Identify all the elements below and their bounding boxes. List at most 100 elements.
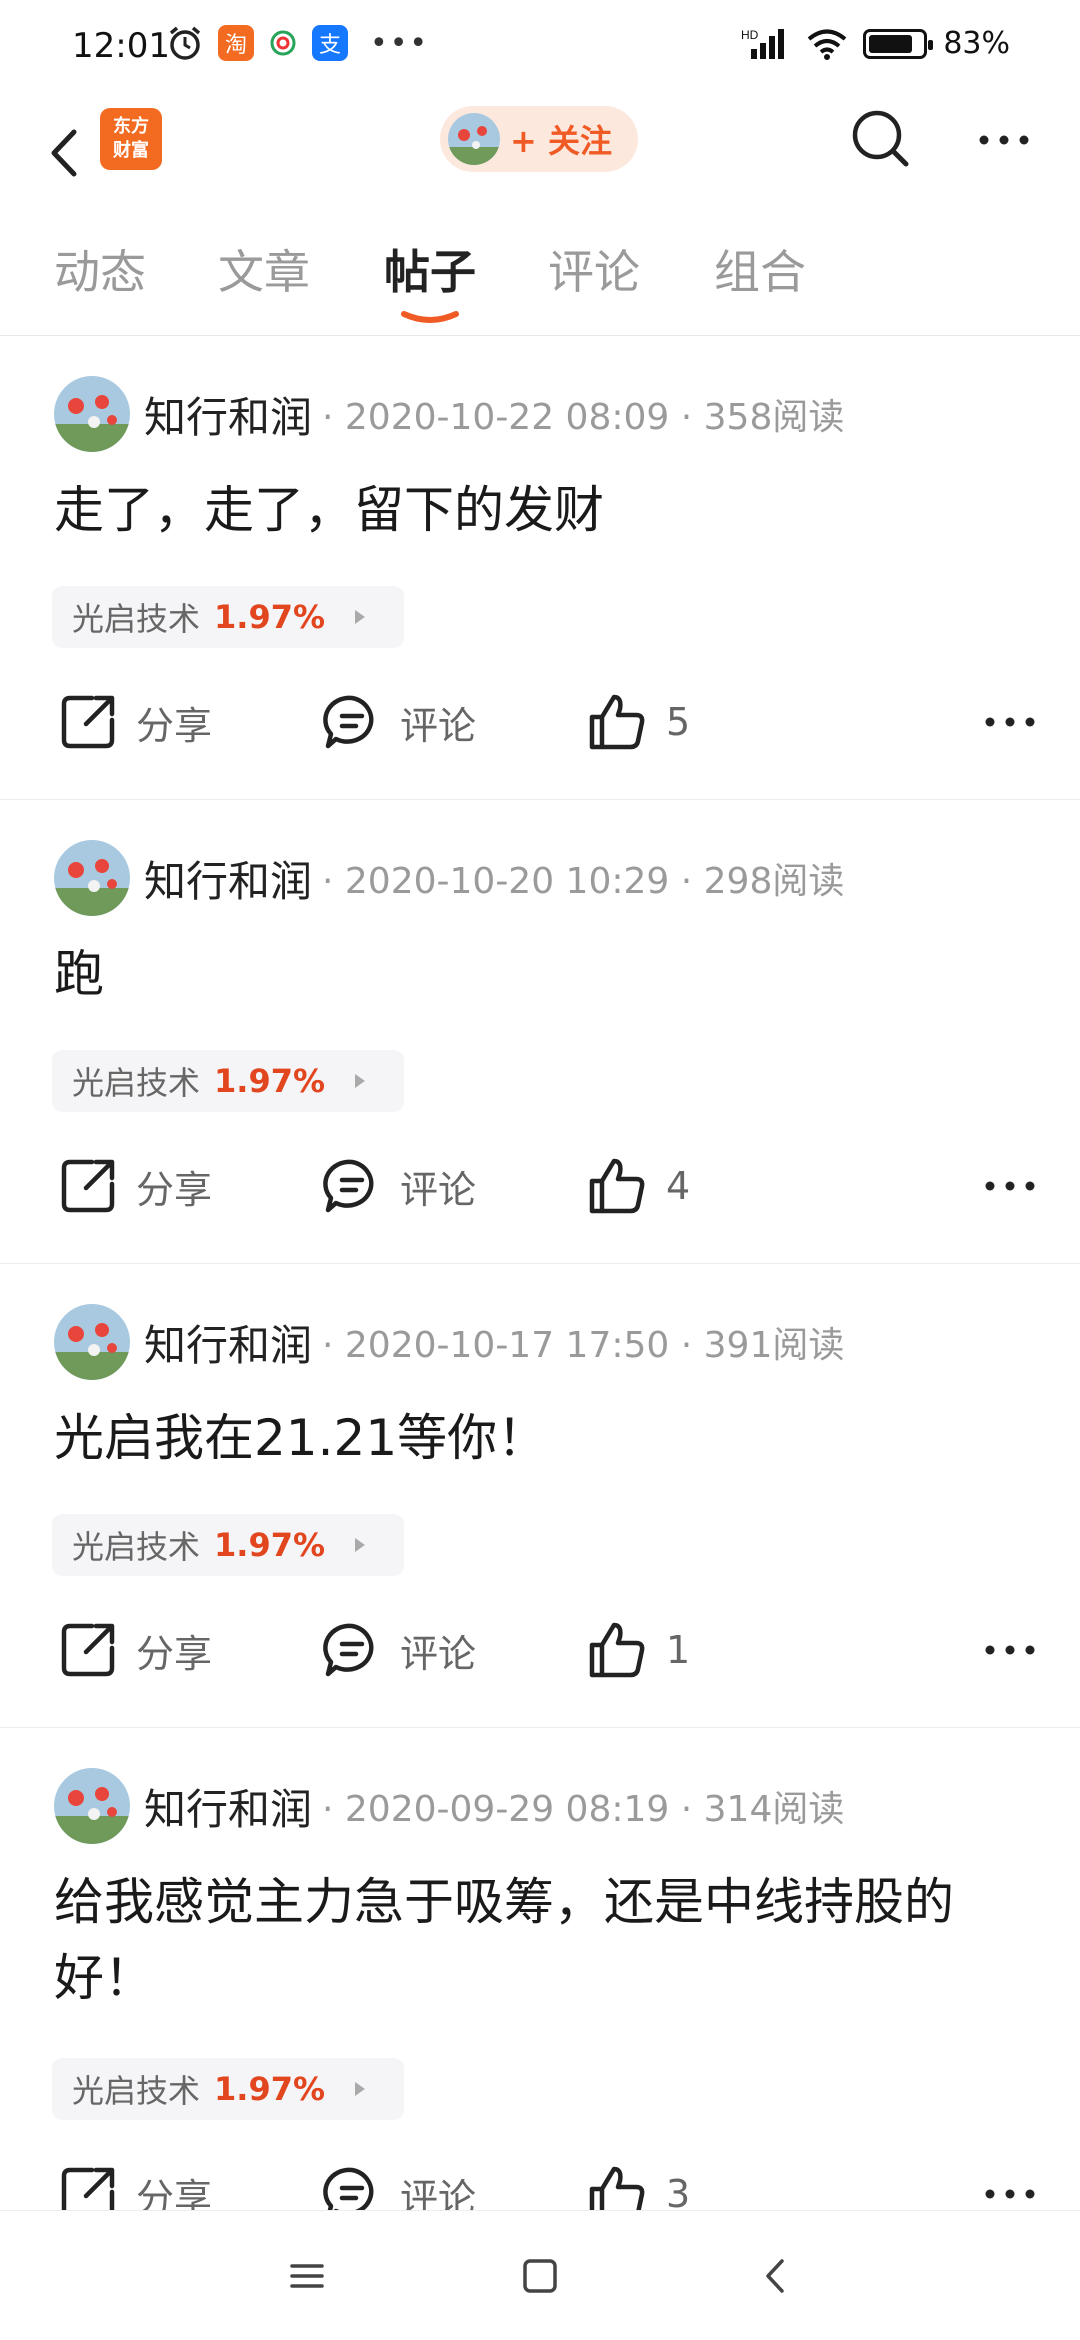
post-content[interactable]: 给我感觉主力急于吸筹，还是中线持股的好！	[54, 1864, 1034, 2016]
author-name[interactable]: 知行和润	[144, 848, 312, 909]
share-button[interactable]: 分享	[58, 1610, 212, 1690]
author-name[interactable]: 知行和润	[144, 384, 312, 445]
search-icon[interactable]	[848, 106, 914, 172]
author-name[interactable]: 知行和润	[144, 1776, 312, 1837]
post-meta: · 2020-10-20 10:29 · 298阅读	[322, 861, 845, 902]
comment-label: 评论	[400, 703, 477, 748]
taobao-app-icon: 淘	[218, 25, 254, 61]
profile-tabs: 动态 文章 帖子 评论 组合	[0, 226, 1080, 336]
stock-tag[interactable]: 光启技术 1.97%	[52, 586, 404, 648]
post-more-icon[interactable]	[980, 1630, 1040, 1670]
stock-tag[interactable]: 光启技术 1.97%	[52, 2058, 404, 2120]
tab-articles[interactable]: 文章	[218, 236, 310, 302]
stock-tag[interactable]: 光启技术 1.97%	[52, 1514, 404, 1576]
share-icon	[61, 1623, 115, 1677]
like-icon	[589, 1158, 645, 1214]
status-system-icons: HD 83%	[741, 26, 1010, 61]
avatar[interactable]	[54, 840, 130, 916]
post-actions: 分享 评论 4	[0, 1146, 1080, 1226]
post-meta: · 2020-10-22 08:09 · 358阅读	[322, 397, 845, 438]
post-actions: 分享 评论 5	[0, 682, 1080, 762]
active-tab-indicator	[401, 311, 459, 323]
share-label: 分享	[136, 1631, 213, 1676]
play-arrow-icon	[355, 1538, 366, 1552]
play-arrow-icon	[355, 2082, 366, 2096]
stock-name: 光启技术	[72, 2072, 201, 2110]
post-more-icon[interactable]	[980, 702, 1040, 742]
post-more-icon[interactable]	[980, 1166, 1040, 1206]
comment-button[interactable]: 评论	[322, 682, 476, 762]
like-button[interactable]: 1	[586, 1610, 690, 1690]
share-label: 分享	[136, 703, 213, 748]
stock-change: 1.97%	[214, 1526, 326, 1564]
stock-name: 光启技术	[72, 1528, 201, 1566]
play-arrow-icon	[355, 610, 366, 624]
stock-change: 1.97%	[214, 598, 326, 636]
post-more-icon[interactable]	[980, 2174, 1040, 2214]
stock-name: 光启技术	[72, 1064, 201, 1102]
alarm-icon	[169, 26, 201, 60]
avatar[interactable]	[54, 376, 130, 452]
eastmoney-logo: 东方 财富	[100, 108, 162, 170]
battery-level	[869, 34, 913, 53]
author-name[interactable]: 知行和润	[144, 1312, 312, 1373]
tab-posts[interactable]: 帖子	[384, 236, 476, 302]
post-item[interactable]: 知行和润 · 2020-09-29 08:19 · 314阅读 给我感觉主力急于…	[0, 1728, 1080, 2268]
like-button[interactable]: 5	[586, 682, 690, 762]
system-back-icon[interactable]	[752, 2251, 802, 2301]
more-notifications-icon: •••	[370, 25, 430, 61]
stock-change: 1.97%	[214, 2070, 326, 2108]
post-content[interactable]: 走了，走了，留下的发财	[54, 472, 1034, 548]
like-count: 1	[666, 1628, 691, 1672]
like-icon	[589, 1622, 645, 1678]
battery-icon	[863, 28, 934, 59]
svg-text:HD: HD	[741, 28, 759, 42]
post-item[interactable]: 知行和润 · 2020-10-17 17:50 · 391阅读 光启我在21.2…	[0, 1264, 1080, 1728]
play-arrow-icon	[355, 1074, 366, 1088]
tab-portfolio[interactable]: 组合	[714, 236, 806, 302]
system-navigation-bar	[0, 2210, 1080, 2340]
avatar[interactable]	[54, 1304, 130, 1380]
mobile-app-icon	[270, 30, 296, 56]
share-icon	[61, 1159, 115, 1213]
comment-icon	[323, 695, 374, 749]
like-button[interactable]: 4	[586, 1146, 690, 1226]
follow-label: + 关注	[510, 122, 612, 160]
status-notification-icons: 淘 支 •••	[166, 24, 429, 62]
logo-text-bottom: 财富	[113, 140, 149, 161]
post-header: 知行和润 · 2020-10-22 08:09 · 358阅读	[54, 376, 844, 452]
stock-change: 1.97%	[214, 1062, 326, 1100]
battery-percent: 83%	[943, 26, 1010, 61]
tab-dynamic[interactable]: 动态	[54, 236, 146, 302]
post-actions: 分享 评论 1	[0, 1610, 1080, 1690]
menu-icon[interactable]	[282, 2251, 332, 2301]
home-icon[interactable]	[515, 2251, 565, 2301]
comment-button[interactable]: 评论	[322, 1610, 476, 1690]
comment-icon	[323, 1159, 374, 1213]
post-meta: · 2020-10-17 17:50 · 391阅读	[322, 1325, 845, 1366]
post-content[interactable]: 跑	[54, 936, 1034, 1012]
post-content[interactable]: 光启我在21.21等你！	[54, 1400, 1034, 1476]
more-options-icon[interactable]	[974, 120, 1034, 160]
tab-comments[interactable]: 评论	[548, 236, 640, 302]
wifi-icon	[808, 29, 847, 60]
author-avatar	[448, 113, 500, 165]
post-header: 知行和润 · 2020-10-20 10:29 · 298阅读	[54, 840, 844, 916]
share-label: 分享	[136, 1167, 213, 1212]
share-button[interactable]: 分享	[58, 1146, 212, 1226]
like-count: 4	[666, 1164, 691, 1208]
alipay-app-icon: 支	[312, 25, 348, 61]
share-button[interactable]: 分享	[58, 682, 212, 762]
avatar[interactable]	[54, 1768, 130, 1844]
post-item[interactable]: 知行和润 · 2020-10-20 10:29 · 298阅读 跑 光启技术 1…	[0, 800, 1080, 1264]
comment-label: 评论	[400, 1631, 477, 1676]
status-bar: 12:01 淘 支 ••• HD 83%	[0, 0, 1080, 96]
signal-icon: HD	[741, 28, 785, 59]
back-icon[interactable]	[38, 118, 88, 188]
follow-button[interactable]: + 关注	[440, 106, 638, 172]
status-time: 12:01	[72, 26, 170, 66]
comment-button[interactable]: 评论	[322, 1146, 476, 1226]
post-item[interactable]: 知行和润 · 2020-10-22 08:09 · 358阅读 走了，走了，留下…	[0, 336, 1080, 800]
stock-tag[interactable]: 光启技术 1.97%	[52, 1050, 404, 1112]
comment-label: 评论	[400, 1167, 477, 1212]
